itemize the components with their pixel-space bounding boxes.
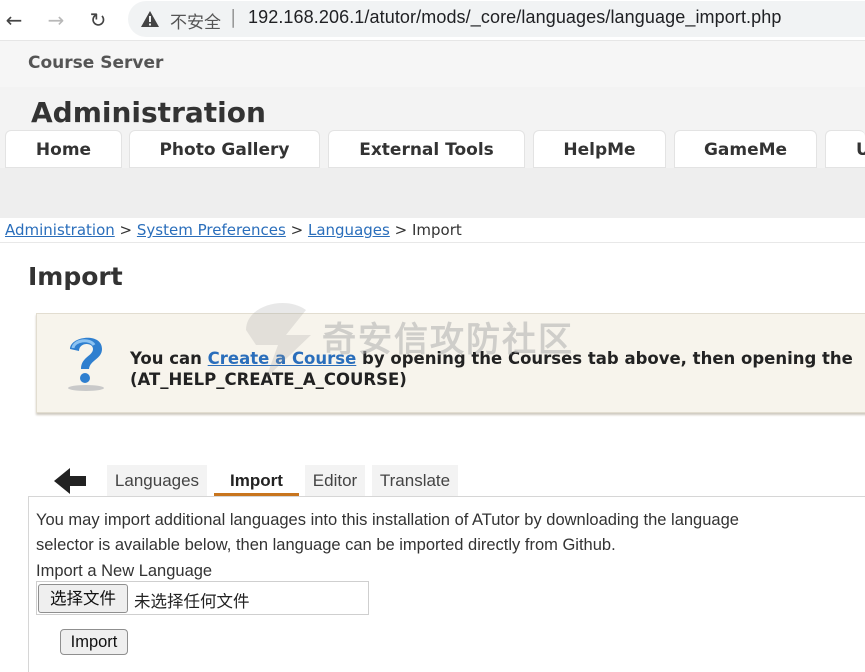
watermark-text: 奇安信攻防社区 — [322, 320, 574, 360]
question-mark-icon — [68, 337, 104, 391]
section-title: Administration — [31, 96, 266, 129]
subtab-languages[interactable]: Languages — [107, 465, 207, 496]
breadcrumb-separator: > — [290, 221, 304, 239]
help-prefix: You can — [130, 349, 208, 368]
file-status: 未选择任何文件 — [134, 592, 250, 611]
description-line-1: You may import additional languages into… — [36, 511, 739, 529]
divider — [0, 242, 865, 243]
forward-arrow-icon[interactable]: → — [44, 8, 68, 32]
nav-tab-photo-gallery[interactable]: Photo Gallery — [129, 130, 320, 168]
warning-icon[interactable] — [140, 9, 160, 29]
site-header: Course Server — [0, 40, 865, 88]
breadcrumb-separator: > — [119, 221, 133, 239]
back-arrow-icon[interactable]: ← — [2, 8, 26, 32]
subtab-editor[interactable]: Editor — [305, 465, 365, 496]
url-separator: | — [230, 6, 237, 28]
breadcrumb-separator: > — [394, 221, 408, 239]
subtab-import[interactable]: Import — [214, 465, 299, 496]
choose-file-button[interactable]: 选择文件 — [38, 584, 128, 613]
breadcrumb: Administration > System Preferences > La… — [5, 221, 462, 239]
import-field-label: Import a New Language — [36, 562, 213, 580]
back-arrow-icon[interactable] — [52, 466, 88, 496]
nav-tab-external-tools[interactable]: External Tools — [328, 130, 525, 168]
import-description: You may import additional languages into… — [36, 508, 739, 558]
subtab-translate[interactable]: Translate — [372, 465, 458, 496]
nav-tab-helpme[interactable]: HelpMe — [533, 130, 666, 168]
breadcrumb-current: Import — [411, 221, 462, 239]
browser-toolbar: ← → ↻ 不安全 | 192.168.206.1/atutor/mods/_c… — [0, 0, 865, 40]
insecure-label[interactable]: 不安全 — [170, 8, 221, 33]
site-name[interactable]: Course Server — [28, 53, 163, 73]
breadcrumb-administration[interactable]: Administration — [5, 221, 115, 239]
import-button[interactable]: Import — [60, 629, 128, 655]
page-title: Import — [28, 262, 123, 291]
sub-navigation-bar — [0, 168, 865, 218]
breadcrumb-system-preferences[interactable]: System Preferences — [137, 221, 286, 239]
breadcrumb-languages[interactable]: Languages — [308, 221, 390, 239]
nav-tab-gameme[interactable]: GameMe — [674, 130, 817, 168]
nav-tab-u[interactable]: U — [825, 130, 865, 168]
description-line-2: selector is available below, then langua… — [36, 536, 616, 554]
nav-tab-home[interactable]: Home — [5, 130, 122, 168]
reload-icon[interactable]: ↻ — [86, 8, 110, 32]
url-text[interactable]: 192.168.206.1/atutor/mods/_core/language… — [248, 7, 782, 28]
